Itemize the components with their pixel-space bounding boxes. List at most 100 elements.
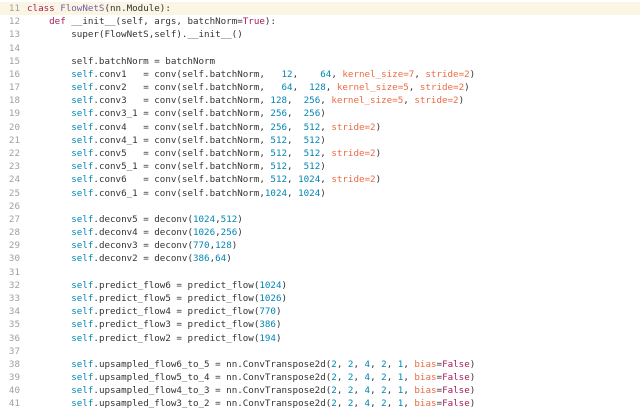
code-line[interactable]: 23 self.conv5_1 = conv(self.batchNorm, 5…: [0, 160, 640, 173]
code-line[interactable]: 11 class FlowNetS(nn.Module):: [0, 2, 640, 15]
code-token: 512: [303, 121, 321, 133]
code-token: ,: [292, 68, 321, 80]
code-line[interactable]: 17 self.conv2 = conv(self.batchNorm, 64,…: [0, 81, 640, 94]
line-number: 37: [8, 345, 20, 357]
code-token: 512: [270, 161, 288, 173]
code-token: .upsampled_flow4_to_3 = nn.ConvTranspose…: [93, 385, 332, 397]
code-token: 512: [270, 174, 288, 186]
code-token: 512: [303, 147, 321, 159]
code-line[interactable]: 19 self.conv3_1 = conv(self.batchNorm, 2…: [0, 107, 640, 120]
code-token: self: [71, 398, 94, 410]
code-line[interactable]: 36 self.predict_flow2 = predict_flow(194…: [0, 332, 640, 345]
code-token: 1024: [264, 187, 288, 199]
code-token: 256: [270, 121, 288, 133]
code-token: 1026: [192, 227, 216, 239]
code-line[interactable]: 28 self.deconv4 = deconv(1026,256): [0, 226, 640, 239]
code-token: .predict_flow5 = predict_flow(: [93, 292, 260, 304]
code-line[interactable]: 30 self.deconv2 = deconv(386,64): [0, 252, 640, 265]
code-token: ,: [353, 358, 365, 370]
code-line[interactable]: 27 self.deconv5 = deconv(1024,512): [0, 213, 640, 226]
code-line[interactable]: 22 self.conv5 = conv(self.batchNorm, 512…: [0, 147, 640, 160]
code-line[interactable]: 35 self.predict_flow3 = predict_flow(386…: [0, 318, 640, 331]
code-token: self: [71, 253, 94, 265]
code-line[interactable]: 25 self.conv6_1 = conv(self.batchNorm,10…: [0, 187, 640, 200]
code-token: ): [320, 108, 326, 120]
code-token: ): [281, 279, 288, 291]
code-token: ): [226, 253, 232, 265]
code-text: self.predict_flow6 = predict_flow(1024): [27, 279, 287, 292]
code-token: self: [71, 227, 94, 239]
line-number: 27: [8, 213, 20, 225]
code-text: self.predict_flow4 = predict_flow(770): [27, 305, 281, 318]
code-text: self.batchNorm = batchNorm: [27, 55, 215, 68]
code-token: ): [281, 292, 288, 304]
code-line[interactable]: 33 self.predict_flow5 = predict_flow(102…: [0, 292, 640, 305]
code-token: .predict_flow3 = predict_flow(: [93, 319, 260, 331]
code-token: kernel_size=5: [336, 82, 409, 94]
code-token: 1024: [298, 187, 321, 199]
code-token: class: [27, 3, 61, 14]
code-token: ,: [370, 385, 382, 397]
code-line[interactable]: 20 self.conv4 = conv(self.batchNorm, 256…: [0, 121, 640, 134]
code-token: .predict_flow4 = predict_flow(: [93, 306, 260, 318]
code-token: ,: [403, 95, 415, 107]
code-token: ): [464, 82, 470, 94]
code-line[interactable]: 37: [0, 345, 640, 358]
code-line[interactable]: 18 self.conv3 = conv(self.batchNorm, 128…: [0, 94, 640, 107]
code-token: self: [71, 68, 94, 80]
code-text: self.conv4_1 = conv(self.batchNorm, 512,…: [27, 134, 326, 147]
code-line[interactable]: 13 super(FlowNetS,self).__init__(): [0, 28, 640, 41]
line-number: 28: [8, 227, 20, 239]
code-line[interactable]: 15 self.batchNorm = batchNorm: [0, 55, 640, 68]
code-line[interactable]: 31: [0, 266, 640, 279]
code-token: def: [49, 16, 72, 28]
code-token: 128: [270, 95, 288, 107]
code-token: bias: [414, 358, 437, 370]
code-token: self: [71, 372, 94, 384]
code-token: False: [442, 372, 470, 384]
code-token: ,: [336, 398, 348, 410]
line-number: 35: [8, 319, 20, 331]
code-token: ,: [320, 95, 332, 107]
code-line[interactable]: 38 self.upsampled_flow6_to_5 = nn.ConvTr…: [0, 358, 640, 371]
code-token: ,: [403, 358, 415, 370]
code-line[interactable]: 34 self.predict_flow4 = predict_flow(770…: [0, 305, 640, 318]
code-token: ,: [292, 82, 310, 94]
code-line[interactable]: 39 self.upsampled_flow5_to_4 = nn.ConvTr…: [0, 371, 640, 384]
code-token: False: [442, 385, 470, 397]
code-line[interactable]: 14: [0, 42, 640, 55]
code-text: self.deconv3 = deconv(770,128): [27, 239, 237, 252]
code-line[interactable]: 32 self.predict_flow6 = predict_flow(102…: [0, 279, 640, 292]
code-line[interactable]: 26: [0, 200, 640, 213]
code-token: 512: [270, 134, 288, 146]
code-token: 256: [303, 95, 321, 107]
code-line[interactable]: 24 self.conv6 = conv(self.batchNorm, 512…: [0, 173, 640, 186]
code-token: self: [71, 240, 94, 252]
code-token: (nn.Module):: [104, 3, 171, 14]
line-number: 21: [8, 134, 20, 146]
code-token: ,: [287, 161, 304, 173]
code-editor[interactable]: 11 class FlowNetS(nn.Module): 12 def __ini…: [0, 0, 640, 413]
code-text: self.conv6_1 = conv(self.batchNorm,1024,…: [27, 187, 326, 200]
code-token: stride=2: [331, 147, 376, 159]
code-line[interactable]: 21 self.conv4_1 = conv(self.batchNorm, 5…: [0, 134, 640, 147]
code-token: self: [71, 385, 94, 397]
code-line[interactable]: 16 self.conv1 = conv(self.batchNorm, 12,…: [0, 68, 640, 81]
code-token: False: [442, 398, 470, 410]
code-line[interactable]: 41 self.upsampled_flow3_to_2 = nn.ConvTr…: [0, 397, 640, 410]
code-token: ): [469, 385, 476, 397]
code-line[interactable]: 29 self.deconv3 = deconv(770,128): [0, 239, 640, 252]
code-text: self.deconv5 = deconv(1024,512): [27, 213, 243, 226]
code-text: self.predict_flow5 = predict_flow(1026): [27, 292, 287, 305]
code-line[interactable]: 40 self.upsampled_flow4_to_3 = nn.ConvTr…: [0, 384, 640, 397]
code-token: .conv4 = conv(self.batchNorm,: [93, 121, 271, 133]
code-line[interactable]: 12 def __init__(self, args, batchNorm=Tr…: [0, 15, 640, 28]
